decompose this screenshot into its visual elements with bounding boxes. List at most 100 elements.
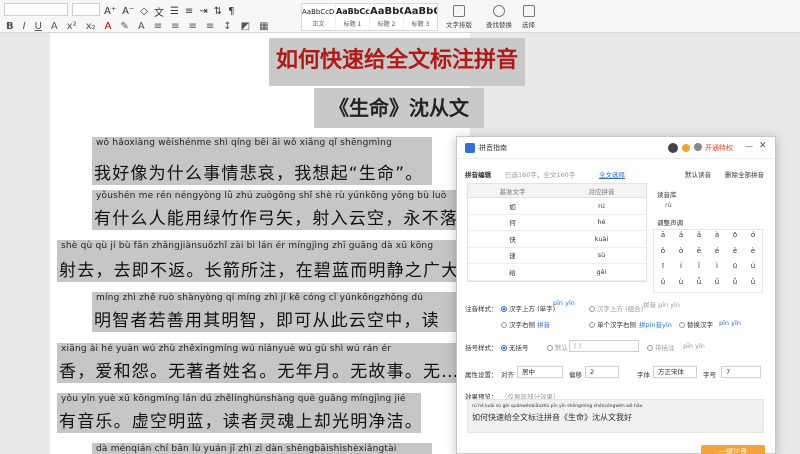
align-center-icon[interactable]: ≡ <box>171 21 179 32</box>
style-option-right[interactable]: 汉字右侧 <box>501 319 535 329</box>
tone-option[interactable]: í <box>672 261 690 277</box>
table-row[interactable]: 何 hé <box>468 215 646 231</box>
text-line[interactable]: shè qù qù jí bù fǎn zhǎngjiànsuǒzhǐ zài … <box>57 240 456 282</box>
justify-icon[interactable]: ≡ <box>206 21 214 32</box>
tone-option[interactable]: ì <box>708 261 726 277</box>
tone-option[interactable]: ú <box>744 261 762 277</box>
phonetic-guide-icon[interactable]: 文 <box>154 4 164 19</box>
table-row[interactable]: 速 sù <box>468 248 646 264</box>
indent-icon[interactable]: ⇥ <box>199 6 207 17</box>
tone-option[interactable]: ě <box>726 246 744 262</box>
delete-all-pinyin-button[interactable]: 删除全部拼音 <box>725 169 764 179</box>
tone-option[interactable]: ǖ <box>690 277 708 293</box>
coin-icon[interactable] <box>682 144 690 152</box>
tone-option[interactable]: ù <box>672 277 690 293</box>
highlight-icon[interactable]: ✎ <box>120 21 128 32</box>
avatar[interactable] <box>668 143 678 153</box>
tone-option[interactable]: ǚ <box>726 277 744 293</box>
tone-option[interactable]: ǎ <box>690 230 708 246</box>
tone-option[interactable]: é <box>708 246 726 262</box>
pinyin-cell[interactable]: sù <box>557 251 646 259</box>
tone-option[interactable]: ǔ <box>654 277 672 293</box>
tab-pinyin-edit[interactable]: 拼音编辑 <box>465 169 491 179</box>
style-heading-2[interactable]: AaBbC 标题 2 <box>370 4 404 30</box>
tone-option[interactable]: ǐ <box>690 261 708 277</box>
tone-option[interactable]: ǒ <box>654 246 672 262</box>
tone-option[interactable]: ò <box>672 246 690 262</box>
text-line[interactable]: yǒushén me rén néngyòng lǜ zhú zuògōng s… <box>92 190 456 230</box>
align-left-icon[interactable]: ≡ <box>154 21 162 32</box>
table-row[interactable]: 快 kuài <box>468 231 646 248</box>
close-icon[interactable]: ✕ <box>759 141 767 151</box>
tone-option[interactable]: ē <box>690 246 708 262</box>
style-option-single-right[interactable]: 单个汉字右侧 <box>589 319 636 329</box>
tone-option[interactable]: ū <box>726 261 744 277</box>
bracket-select[interactable]: ( ) <box>569 340 639 352</box>
reading-option[interactable]: rú <box>665 201 672 209</box>
table-row[interactable]: 如 rú <box>468 198 646 215</box>
document-subtitle[interactable]: 《生命》沈从文 <box>314 88 484 128</box>
align-select[interactable]: 居中 <box>517 366 563 378</box>
numbering-icon[interactable]: ≡ <box>185 6 193 17</box>
style-heading-1[interactable]: AaBbCcDd 标题 1 <box>336 4 370 30</box>
tone-option[interactable]: ō <box>726 230 744 246</box>
strikethrough-icon[interactable]: A <box>51 21 58 32</box>
pinyin-cell[interactable]: rú <box>557 202 646 210</box>
tone-option[interactable]: à <box>708 230 726 246</box>
sort-icon[interactable]: ⇅ <box>214 6 222 17</box>
show-marks-icon[interactable]: ¶ <box>228 6 234 17</box>
char-border-icon[interactable]: A <box>138 21 145 32</box>
text-line[interactable]: dà ménqián chí bān lù yuán jī zhì zì dàn… <box>92 443 432 454</box>
clear-format-icon[interactable]: ◇ <box>140 6 148 17</box>
font-size-select[interactable] <box>72 3 100 16</box>
bold-icon[interactable]: B <box>6 21 14 32</box>
default-reading-button[interactable]: 默认读音 <box>685 169 711 179</box>
pinyin-cell[interactable]: gěi <box>557 268 646 276</box>
shading-icon[interactable]: ◩ <box>241 21 250 32</box>
bracket-default[interactable]: 默认 <box>547 342 568 352</box>
text-line[interactable]: wǒ hǎoxiàng wèishénme shì qíng bēi āi wǒ… <box>92 137 432 185</box>
pinyin-cell[interactable]: hé <box>557 218 646 226</box>
text-line[interactable]: míng zhì zhě ruò shànyòng qí míng zhì jí… <box>92 292 456 332</box>
bracket-annotated[interactable]: 带括注 <box>647 342 675 352</box>
style-heading-3[interactable]: AaBbC 标题 3 <box>404 4 437 30</box>
style-option-above-combined[interactable]: 汉字上方 (组合) <box>589 303 643 313</box>
superscript-icon[interactable]: x² <box>67 21 77 32</box>
tone-option[interactable]: á <box>672 230 690 246</box>
tone-option[interactable]: ǘ <box>708 277 726 293</box>
style-normal[interactable]: AaBbCcDd 正文 <box>302 4 336 30</box>
grow-font-icon[interactable]: A⁺ <box>104 6 116 17</box>
tone-option[interactable]: ó <box>744 230 762 246</box>
bracket-none[interactable]: 无括号 <box>501 342 529 352</box>
text-line[interactable]: xiāng ài hé yuàn wú zhù zhěxìngmíng wú n… <box>57 343 456 383</box>
vip-link[interactable]: 开通特权 <box>705 143 733 153</box>
subscript-icon[interactable]: x₂ <box>86 21 96 32</box>
tone-option[interactable]: ǜ <box>744 277 762 293</box>
select-all-link[interactable]: 全文选择 <box>599 169 625 179</box>
document-title[interactable]: 如何快速给全文标注拼音 <box>269 38 525 86</box>
table-row[interactable]: 给 gěi <box>468 264 646 281</box>
tone-option[interactable]: ī <box>654 261 672 277</box>
pinyin-cell[interactable]: kuài <box>557 235 646 243</box>
borders-icon[interactable]: ▦ <box>259 21 268 32</box>
find-replace-button[interactable]: 查找替换 <box>486 5 512 29</box>
font-name-select[interactable] <box>4 3 68 16</box>
style-option-replace[interactable]: 替换汉字 <box>679 319 713 329</box>
tone-option[interactable]: è <box>744 246 762 262</box>
italic-icon[interactable]: I <box>23 21 26 32</box>
line-spacing-icon[interactable]: ↕ <box>223 21 231 32</box>
shrink-font-icon[interactable]: A⁻ <box>122 6 134 17</box>
underline-icon[interactable]: U <box>35 21 42 32</box>
minimize-icon[interactable]: — <box>745 142 753 151</box>
user-icon[interactable] <box>694 143 702 151</box>
font-select[interactable]: 方正宋体 <box>653 366 697 378</box>
size-select[interactable]: 7 <box>721 366 761 378</box>
style-option-above-single[interactable]: 汉字上方 (单字) <box>501 303 555 313</box>
offset-stepper[interactable]: 2 <box>585 366 619 378</box>
font-color-icon[interactable]: A <box>105 21 112 32</box>
text-layout-button[interactable]: 文字排版 <box>446 5 472 29</box>
bullets-icon[interactable]: ☰ <box>170 6 179 17</box>
text-line[interactable]: yǒu yīn yuè xū kōngmíng lán dú zhělínghú… <box>57 393 421 433</box>
one-click-pinyin-button[interactable]: 一键注音 <box>701 445 765 454</box>
align-right-icon[interactable]: ≡ <box>188 21 196 32</box>
